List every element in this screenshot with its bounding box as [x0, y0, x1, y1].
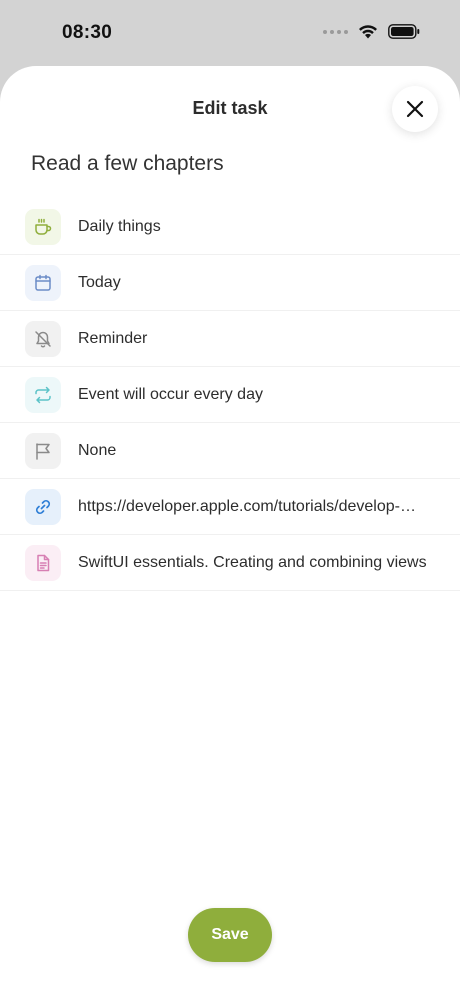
row-link[interactable]: https://developer.apple.com/tutorials/de…	[0, 479, 460, 535]
row-icon-bg	[25, 376, 61, 413]
row-date[interactable]: Today	[0, 255, 460, 311]
close-icon	[406, 100, 424, 118]
battery-icon	[388, 24, 420, 39]
row-label: Today	[78, 273, 121, 291]
link-icon	[35, 499, 51, 514]
flag-icon	[36, 442, 50, 460]
row-reminder[interactable]: Reminder	[0, 311, 460, 367]
status-bar: 08:30	[0, 0, 460, 66]
row-label: SwiftUI essentials. Creating and combini…	[78, 553, 427, 571]
row-label: None	[78, 441, 117, 459]
row-label: https://developer.apple.com/tutorials/de…	[78, 497, 416, 515]
edit-task-sheet: Edit task Read a few chapters Daily thin…	[0, 66, 460, 999]
signal-dots-icon	[323, 29, 348, 34]
row-label: Reminder	[78, 329, 148, 347]
row-category[interactable]: Daily things	[0, 199, 460, 255]
row-label: Daily things	[78, 217, 161, 235]
calendar-icon	[35, 274, 51, 291]
bell-off-icon	[35, 330, 51, 348]
document-icon	[37, 554, 50, 571]
row-priority[interactable]: None	[0, 423, 460, 479]
save-button[interactable]: Save	[188, 908, 272, 962]
repeat-icon	[35, 386, 51, 403]
status-icons	[323, 24, 420, 39]
task-properties-list: Daily things Today Reminder Event will o…	[0, 199, 460, 591]
row-icon-bg	[25, 544, 61, 581]
row-icon-bg	[25, 264, 61, 301]
row-label: Event will occur every day	[78, 385, 263, 403]
cup-icon	[35, 218, 52, 235]
sheet-title: Edit task	[192, 98, 268, 118]
row-icon-bg	[25, 432, 61, 469]
status-time: 08:30	[62, 22, 113, 43]
wifi-icon	[359, 25, 377, 39]
row-icon-bg	[25, 208, 61, 245]
row-repeat[interactable]: Event will occur every day	[0, 367, 460, 423]
close-button[interactable]	[392, 86, 438, 132]
task-name[interactable]: Read a few chapters	[31, 152, 224, 176]
row-note[interactable]: SwiftUI essentials. Creating and combini…	[0, 535, 460, 591]
row-icon-bg	[25, 320, 61, 357]
row-icon-bg	[25, 488, 61, 525]
